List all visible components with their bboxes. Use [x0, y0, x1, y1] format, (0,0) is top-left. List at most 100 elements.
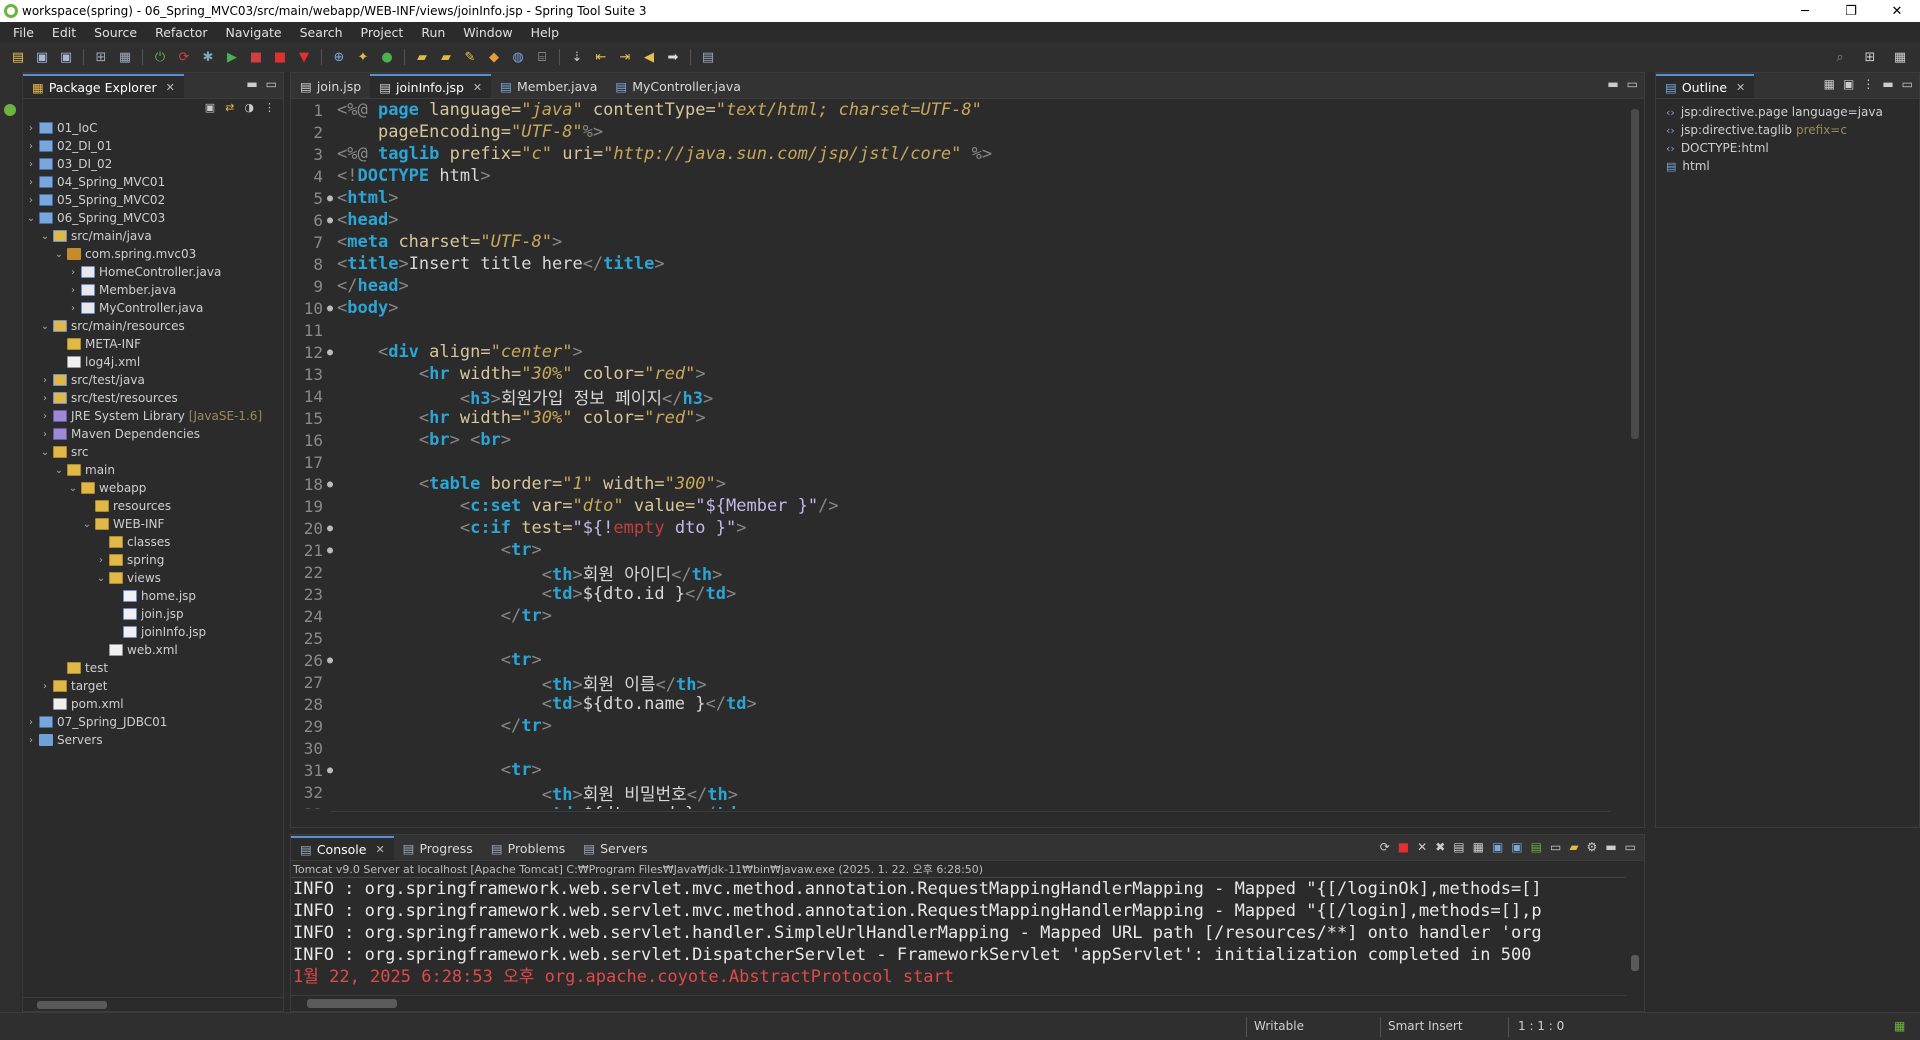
collapsed-chevron-icon[interactable]: ›	[39, 681, 51, 692]
tree-item[interactable]: › Maven Dependencies	[23, 425, 283, 443]
fold-marker-icon[interactable]: ●	[327, 215, 337, 226]
run-tool-icon[interactable]: ■	[246, 48, 266, 66]
view-menu-icon[interactable]: ⋮	[264, 101, 275, 114]
settings-icon[interactable]: ⚙	[1587, 840, 1598, 854]
scroll-thumb[interactable]	[37, 1001, 107, 1009]
tree-item[interactable]: web.xml	[23, 641, 283, 659]
remove-all-icon[interactable]: ✖	[1435, 840, 1445, 854]
menu-search[interactable]: Search	[291, 25, 352, 40]
debug-icon[interactable]: ✱	[198, 48, 218, 66]
maximize-icon[interactable]: ▭	[1627, 77, 1638, 91]
tree-item[interactable]: pom.xml	[23, 695, 283, 713]
collapsed-chevron-icon[interactable]: ›	[25, 177, 37, 188]
horizontal-scrollbar[interactable]	[291, 995, 1626, 1011]
close-icon[interactable]: ✕	[166, 81, 175, 94]
tree-item[interactable]: › 07_Spring_JDBC01	[23, 713, 283, 731]
tree-item[interactable]: ⌄ main	[23, 461, 283, 479]
menu-run[interactable]: Run	[412, 25, 454, 40]
next-edit-icon[interactable]: ⇥	[615, 48, 635, 66]
tree-item[interactable]: › MyController.java	[23, 299, 283, 317]
new-java-project-icon[interactable]: ⊕	[329, 48, 349, 66]
fold-marker-icon[interactable]: ●	[327, 655, 337, 666]
annotation-icon[interactable]: ⌸	[532, 48, 552, 66]
clear-console-icon[interactable]: ▦	[1473, 840, 1484, 854]
outline-item[interactable]: ‹› jsp:directive.taglib prefix=c	[1656, 121, 1919, 139]
code-editor[interactable]: 1 <%@ page language="java" contentType="t…	[291, 99, 1621, 809]
minimize-button[interactable]: ─	[1782, 0, 1828, 22]
tree-item[interactable]: › 03_DI_02	[23, 155, 283, 173]
tree-item[interactable]: › Member.java	[23, 281, 283, 299]
menu-source[interactable]: Source	[85, 25, 146, 40]
tree-item[interactable]: ⌄ webapp	[23, 479, 283, 497]
focus-icon[interactable]: ◑	[244, 101, 254, 114]
expanded-chevron-icon[interactable]: ⌄	[39, 321, 51, 332]
boot-dashboard-icon[interactable]	[4, 104, 16, 116]
menu-project[interactable]: Project	[352, 25, 413, 40]
maximize-icon[interactable]: ▭	[266, 77, 277, 91]
external-tools-icon[interactable]: ▼	[294, 48, 314, 66]
collapsed-chevron-icon[interactable]: ›	[67, 303, 79, 314]
collapsed-chevron-icon[interactable]: ›	[25, 195, 37, 206]
new-class-icon[interactable]: ●	[377, 48, 397, 66]
minimize-icon[interactable]: ▬	[1882, 77, 1893, 91]
tree-item[interactable]: › src/test/java	[23, 371, 283, 389]
collapse-icon[interactable]: ▣	[1843, 77, 1854, 91]
close-button[interactable]: ✕	[1874, 0, 1920, 22]
collapsed-chevron-icon[interactable]: ›	[25, 159, 37, 170]
minimize-icon[interactable]: ▬	[246, 77, 257, 91]
forward-icon[interactable]: ➡	[663, 48, 683, 66]
stop-icon[interactable]: ■	[270, 48, 290, 66]
tree-item[interactable]: log4j.xml	[23, 353, 283, 371]
tree-item[interactable]: ⌄ 06_Spring_MVC03	[23, 209, 283, 227]
tree-item[interactable]: › Servers	[23, 731, 283, 749]
menu-edit[interactable]: Edit	[43, 25, 85, 40]
tree-item[interactable]: › 01_IoC	[23, 119, 283, 137]
fold-marker-icon[interactable]: ●	[327, 523, 337, 534]
expanded-chevron-icon[interactable]: ⌄	[81, 519, 93, 530]
console-tab[interactable]: ▤ Problems	[482, 836, 574, 860]
save-all-icon[interactable]: ▣	[56, 48, 76, 66]
edit-icon[interactable]: ✎	[460, 48, 480, 66]
tree-item[interactable]: › HomeController.java	[23, 263, 283, 281]
tree-item[interactable]: › 04_Spring_MVC01	[23, 173, 283, 191]
expanded-chevron-icon[interactable]: ⌄	[53, 249, 65, 260]
task-icon[interactable]: ◆	[484, 48, 504, 66]
collapse-all-icon[interactable]: ▣	[205, 101, 215, 114]
link-with-editor-icon[interactable]: ⇄	[225, 101, 234, 114]
tree-item[interactable]: › src/test/resources	[23, 389, 283, 407]
open-perspective-icon[interactable]: ⊞	[1860, 48, 1880, 66]
open-console-icon[interactable]: ▰	[1569, 840, 1578, 854]
expanded-chevron-icon[interactable]: ⌄	[39, 447, 51, 458]
editor-tab[interactable]: ▤ MyController.java	[606, 74, 750, 98]
new-icon[interactable]: ▤	[8, 48, 28, 66]
save-icon[interactable]: ▣	[32, 48, 52, 66]
collapsed-chevron-icon[interactable]: ›	[67, 285, 79, 296]
next-annotation-icon[interactable]: ⇣	[567, 48, 587, 66]
tree-item[interactable]: › JRE System Library [JavaSE-1.6]	[23, 407, 283, 425]
pin-console-icon[interactable]: ▤	[1531, 840, 1542, 854]
scroll-thumb[interactable]	[1631, 109, 1639, 439]
console-tab[interactable]: ▤ Progress	[394, 836, 482, 860]
minimize-icon[interactable]: ▬	[1607, 77, 1618, 91]
fold-marker-icon[interactable]: ●	[327, 347, 337, 358]
close-icon[interactable]: ✕	[473, 81, 482, 94]
display-console-icon[interactable]: ▭	[1550, 840, 1561, 854]
minimize-icon[interactable]: ▬	[1605, 840, 1616, 854]
fold-marker-icon[interactable]: ●	[327, 765, 337, 776]
remove-launch-icon[interactable]: ✕	[1417, 840, 1427, 854]
pin-editor-icon[interactable]: ▤	[698, 48, 718, 66]
expanded-chevron-icon[interactable]: ⌄	[39, 231, 51, 242]
editor-tab[interactable]: ▤ Member.java	[491, 74, 606, 98]
collapsed-chevron-icon[interactable]: ›	[25, 735, 37, 746]
tree-item[interactable]: joinInfo.jsp	[23, 623, 283, 641]
tree-item[interactable]: ⌄ WEB-INF	[23, 515, 283, 533]
outline-item[interactable]: ▤ html	[1656, 157, 1919, 175]
menu-navigate[interactable]: Navigate	[217, 25, 291, 40]
scroll-thumb[interactable]	[307, 999, 397, 1008]
boot-status-icon[interactable]: ▦	[1894, 1019, 1905, 1033]
terminate-icon[interactable]: ■	[1398, 840, 1409, 854]
fold-marker-icon[interactable]: ●	[327, 303, 337, 314]
collapsed-chevron-icon[interactable]: ›	[95, 555, 107, 566]
spring-boot-icon[interactable]: ⏻	[150, 48, 170, 66]
console-tab[interactable]: ▤ Console ✕	[291, 836, 394, 860]
